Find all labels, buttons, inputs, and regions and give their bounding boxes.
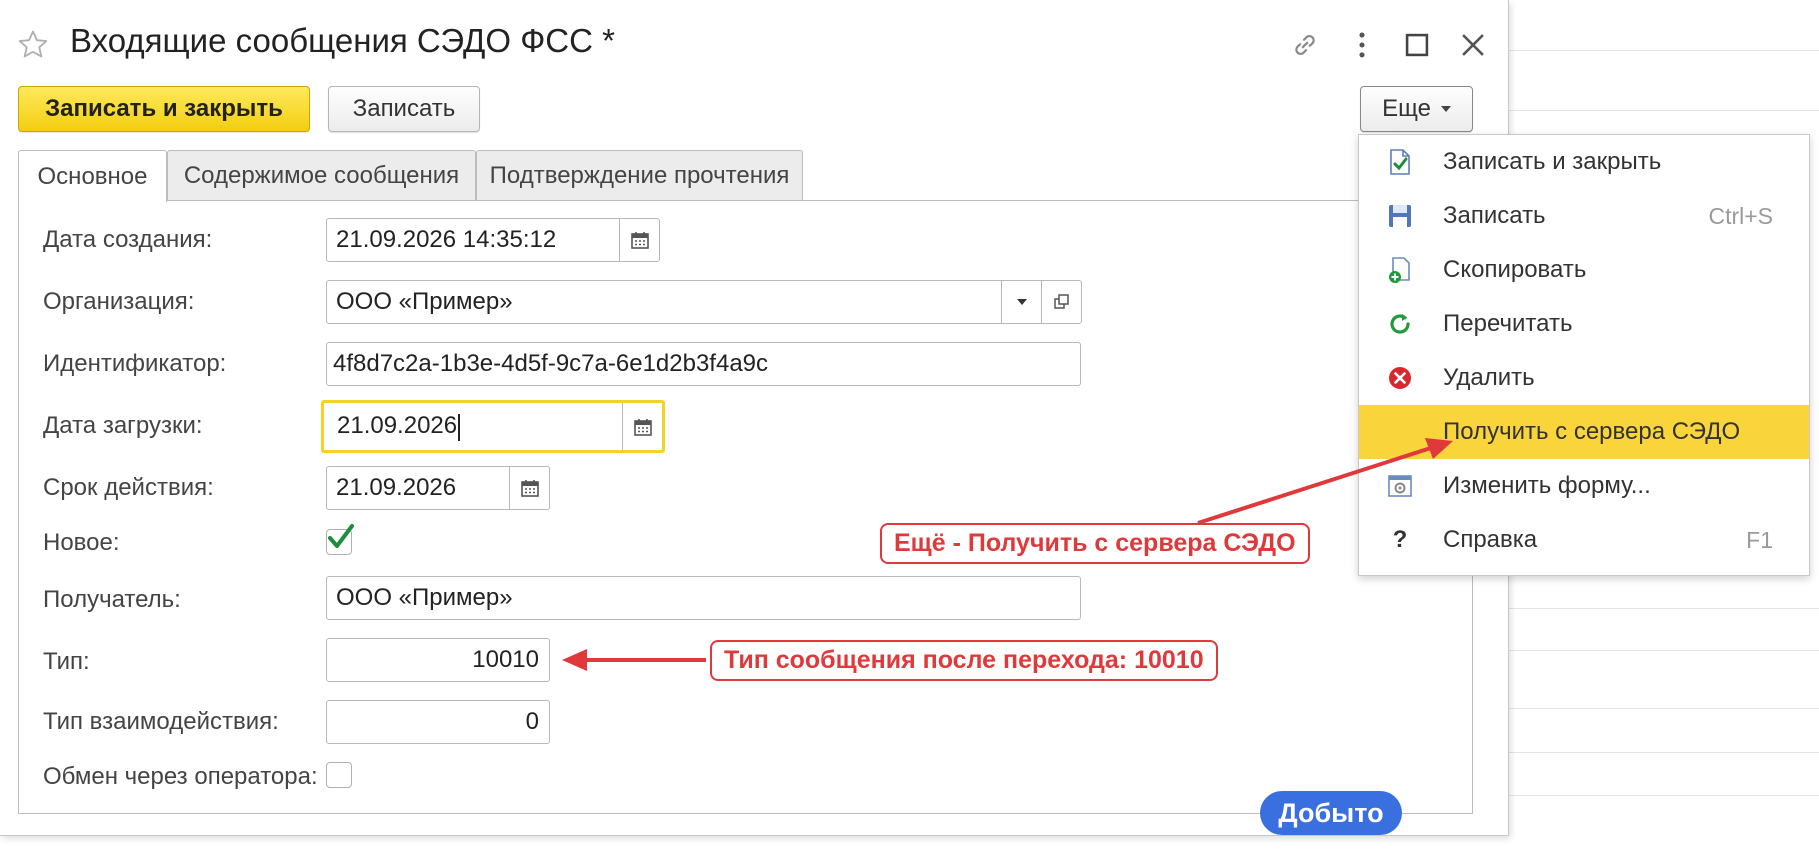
- save-and-close-button[interactable]: Записать и закрыть: [18, 86, 310, 132]
- created-date-label: Дата создания:: [43, 226, 213, 253]
- tab-message-content[interactable]: Содержимое сообщения: [167, 150, 476, 200]
- floppy-disk-icon: [1385, 201, 1415, 231]
- more-menu: Записать и закрыть Записать Ctrl+S Скопи…: [1358, 134, 1810, 576]
- watermark-badge: Добыто: [1260, 791, 1402, 835]
- menu-item-get-from-sedo-server[interactable]: Получить с сервера СЭДО: [1359, 405, 1809, 459]
- menu-item-label: Скопировать: [1443, 256, 1587, 283]
- interaction-type-value: 0: [525, 708, 539, 735]
- background-row-divider: [1508, 50, 1819, 51]
- form-settings-icon: [1385, 471, 1415, 501]
- save-button[interactable]: Записать: [328, 86, 480, 132]
- interaction-type-label: Тип взаимодействия:: [43, 708, 279, 735]
- menu-annotation-callout: Ещё - Получить с сервера СЭДО: [880, 523, 1310, 564]
- calendar-icon[interactable]: [622, 403, 662, 450]
- more-actions-icon[interactable]: [1345, 28, 1379, 62]
- menu-item-shortcut: F1: [1746, 526, 1773, 553]
- calendar-icon[interactable]: [619, 219, 659, 261]
- interaction-type-field[interactable]: 0: [326, 700, 550, 744]
- favorite-star-icon[interactable]: [16, 28, 50, 62]
- menu-item-delete[interactable]: Удалить: [1359, 351, 1809, 405]
- type-label: Тип:: [43, 648, 90, 675]
- background-row-divider: [1508, 110, 1819, 111]
- calendar-icon[interactable]: [509, 467, 549, 509]
- organization-field[interactable]: ООО «Пример»: [326, 280, 1082, 324]
- menu-item-label: Справка: [1443, 526, 1538, 553]
- text-cursor: [458, 413, 461, 441]
- background-row-divider: [1508, 795, 1819, 796]
- menu-item-help[interactable]: ? Справка F1: [1359, 513, 1809, 567]
- doc-check-icon: [1385, 147, 1415, 177]
- load-date-value: 21.09.2026: [324, 412, 622, 441]
- chevron-down-icon[interactable]: [1001, 281, 1041, 323]
- menu-item-label: Получить с сервера СЭДО: [1443, 418, 1741, 445]
- organization-value: ООО «Пример»: [336, 288, 513, 315]
- tab-main[interactable]: Основное: [18, 150, 167, 202]
- operator-exchange-checkbox[interactable]: [326, 762, 352, 788]
- menu-item-copy[interactable]: Скопировать: [1359, 243, 1809, 297]
- recipient-label: Получатель:: [43, 586, 181, 613]
- recipient-value: ООО «Пример»: [336, 584, 513, 611]
- maximize-icon[interactable]: [1400, 28, 1434, 62]
- copy-doc-icon: [1385, 255, 1415, 285]
- window-title: Входящие сообщения СЭДО ФСС *: [70, 22, 615, 59]
- menu-item-label: Записать: [1443, 202, 1546, 229]
- expiry-date-value: 21.09.2026: [336, 474, 457, 501]
- identifier-label: Идентификатор:: [43, 350, 227, 377]
- more-button-label: Еще: [1382, 95, 1431, 122]
- type-annotation-callout: Тип сообщения после перехода: 10010: [710, 640, 1218, 681]
- menu-item-change-form[interactable]: Изменить форму...: [1359, 459, 1809, 513]
- menu-item-label: Перечитать: [1443, 310, 1573, 337]
- checkmark-icon: [328, 524, 354, 548]
- menu-item-label: Изменить форму...: [1443, 472, 1651, 499]
- expiry-date-field[interactable]: 21.09.2026: [326, 466, 550, 510]
- open-in-window-icon[interactable]: [1041, 281, 1081, 323]
- identifier-field[interactable]: 4f8d7c2a-1b3e-4d5f-9c7a-6e1d2b3f4a9c: [326, 342, 1081, 386]
- menu-item-save[interactable]: Записать Ctrl+S: [1359, 189, 1809, 243]
- type-field[interactable]: 10010: [326, 638, 550, 682]
- delete-icon: [1385, 363, 1415, 393]
- tab-read-confirmation[interactable]: Подтверждение прочтения: [476, 150, 803, 200]
- menu-item-reread[interactable]: Перечитать: [1359, 297, 1809, 351]
- menu-item-save-and-close[interactable]: Записать и закрыть: [1359, 135, 1809, 189]
- identifier-value: 4f8d7c2a-1b3e-4d5f-9c7a-6e1d2b3f4a9c: [333, 350, 769, 377]
- organization-label: Организация:: [43, 288, 195, 315]
- more-button[interactable]: Еще: [1360, 86, 1473, 132]
- created-date-value: 21.09.2026 14:35:12: [336, 226, 557, 253]
- background-row-divider: [1508, 752, 1819, 753]
- new-label: Новое:: [43, 529, 120, 556]
- link-icon[interactable]: [1288, 28, 1322, 62]
- help-icon: ?: [1392, 526, 1408, 553]
- recipient-field[interactable]: ООО «Пример»: [326, 576, 1081, 620]
- type-value: 10010: [472, 646, 539, 673]
- refresh-icon: [1385, 309, 1415, 339]
- close-icon[interactable]: [1456, 28, 1490, 62]
- menu-item-label: Записать и закрыть: [1443, 148, 1662, 175]
- expiry-date-label: Срок действия:: [43, 474, 214, 501]
- background-row-divider: [1508, 608, 1819, 609]
- background-row-divider: [1508, 650, 1819, 651]
- operator-exchange-label: Обмен через оператора:: [43, 763, 318, 790]
- new-checkbox[interactable]: [326, 524, 354, 555]
- menu-item-label: Удалить: [1443, 364, 1535, 391]
- chevron-down-icon: [1440, 106, 1451, 112]
- load-date-label: Дата загрузки:: [43, 412, 203, 439]
- created-date-field[interactable]: 21.09.2026 14:35:12: [326, 218, 660, 262]
- load-date-field[interactable]: 21.09.2026: [321, 400, 665, 453]
- document-window: Входящие сообщения СЭДО ФСС * Записать и…: [0, 0, 1509, 836]
- menu-item-shortcut: Ctrl+S: [1708, 202, 1773, 229]
- background-row-divider: [1508, 708, 1819, 709]
